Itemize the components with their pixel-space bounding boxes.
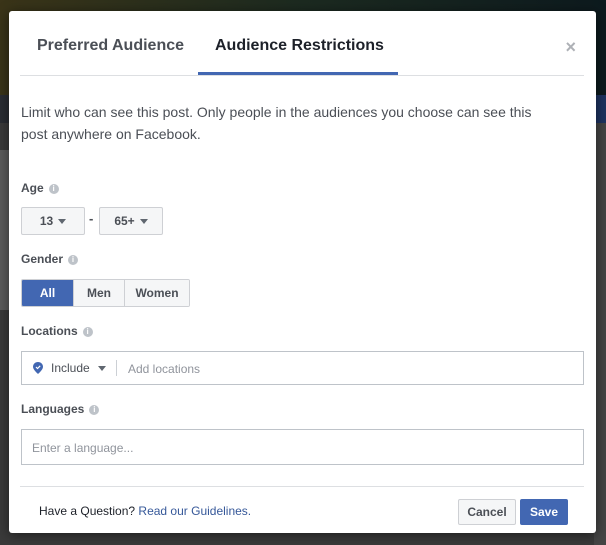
help-question: Have a Question? xyxy=(39,504,136,518)
include-dropdown[interactable]: Include xyxy=(51,361,106,375)
locations-label: Locations i xyxy=(21,324,93,338)
close-icon[interactable]: × xyxy=(565,37,576,58)
gender-all-button[interactable]: All xyxy=(22,280,73,306)
locations-input[interactable] xyxy=(126,353,570,385)
gender-label-text: Gender xyxy=(21,252,64,266)
languages-field xyxy=(21,429,584,465)
audience-dialog: Preferred Audience Audience Restrictions… xyxy=(9,11,596,533)
tab-bar: Preferred Audience Audience Restrictions xyxy=(20,11,584,76)
help-text: Have a Question? Read our Guidelines. xyxy=(39,504,251,518)
locations-field: Include xyxy=(21,351,584,385)
caret-down-icon xyxy=(139,219,148,224)
location-pin-icon xyxy=(33,362,43,374)
age-min-select[interactable]: 13 xyxy=(21,207,85,235)
cancel-button[interactable]: Cancel xyxy=(458,499,516,525)
gender-women-button[interactable]: Women xyxy=(124,280,189,306)
age-separator: - xyxy=(89,211,94,226)
age-min-value: 13 xyxy=(39,214,54,228)
age-max-value: 65+ xyxy=(114,214,135,228)
info-icon[interactable]: i xyxy=(89,405,100,415)
languages-label: Languages i xyxy=(21,402,100,416)
gender-men-button[interactable]: Men xyxy=(73,280,124,306)
locations-label-text: Locations xyxy=(21,324,78,338)
include-label: Include xyxy=(51,361,90,375)
age-label-text: Age xyxy=(21,181,44,195)
languages-label-text: Languages xyxy=(21,402,85,416)
guidelines-link[interactable]: Read our Guidelines. xyxy=(138,504,251,518)
tab-audience-restrictions[interactable]: Audience Restrictions xyxy=(215,37,384,55)
caret-down-icon xyxy=(97,366,106,371)
divider xyxy=(116,360,117,376)
gender-selector: All Men Women xyxy=(21,279,190,307)
active-tab-indicator xyxy=(198,72,398,75)
age-max-select[interactable]: 65+ xyxy=(99,207,163,235)
footer-divider xyxy=(20,486,584,487)
languages-input[interactable] xyxy=(30,431,574,465)
gender-label: Gender i xyxy=(21,252,79,266)
description: Limit who can see this post. Only people… xyxy=(21,104,532,142)
info-icon[interactable]: i xyxy=(68,255,79,265)
save-button[interactable]: Save xyxy=(520,499,568,525)
caret-down-icon xyxy=(58,219,67,224)
info-icon[interactable]: i xyxy=(48,184,59,194)
info-icon[interactable]: i xyxy=(82,327,93,337)
age-label: Age i xyxy=(21,181,59,195)
tab-preferred-audience[interactable]: Preferred Audience xyxy=(37,37,184,55)
